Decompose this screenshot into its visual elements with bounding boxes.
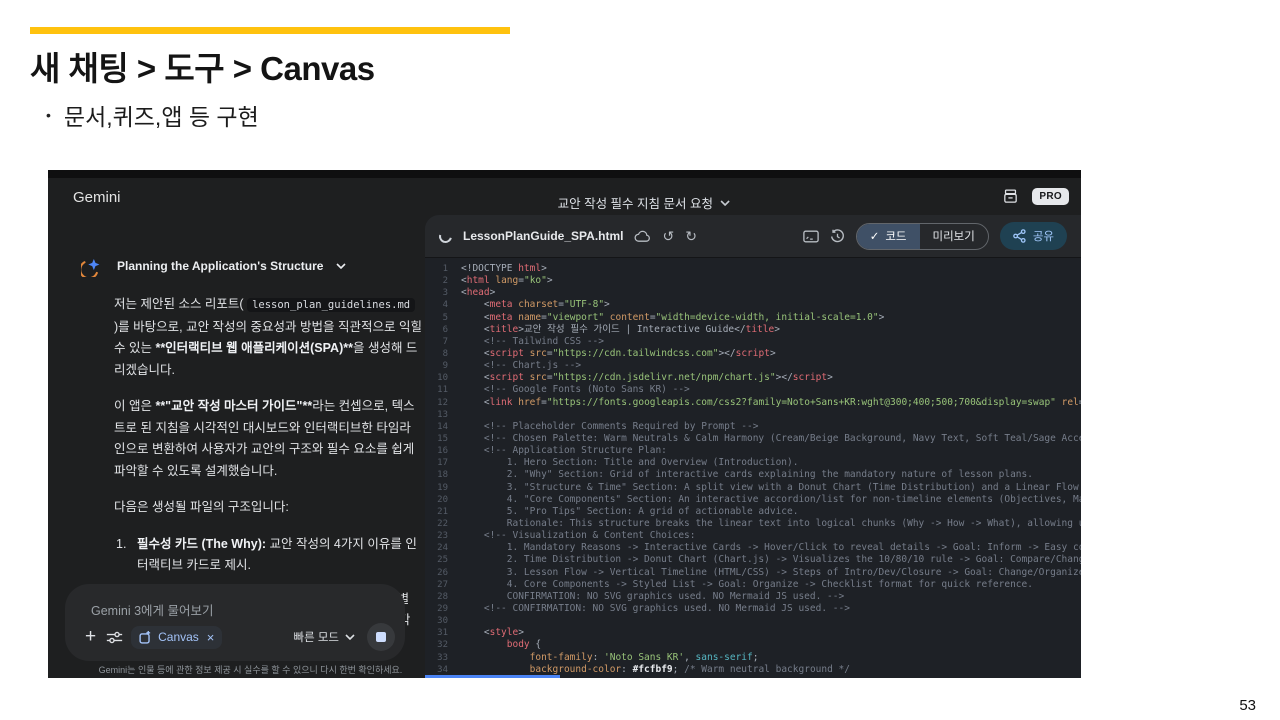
mode-dropdown[interactable]: 빠른 모드 (293, 629, 355, 645)
page-number: 53 (1239, 697, 1256, 714)
code-line: 10 <script src="https://cdn.jsdelivr.net… (437, 372, 833, 384)
code-line: 21 5. "Pro Tips" Section: A grid of acti… (437, 505, 799, 517)
inline-code-chip: lesson_plan_guidelines.md (247, 298, 416, 312)
code-line: 24 1. Mandatory Reasons -> Interactive C… (437, 542, 1081, 554)
chevron-down-icon (336, 262, 347, 269)
slide: 새 채팅 > 도구 > Canvas • 문서,퀴즈,앱 등 구현 Gemini… (0, 0, 1280, 720)
code-line: 11 <!-- Google Fonts (Noto Sans KR) --> (437, 384, 690, 396)
canvas-filename[interactable]: LessonPlanGuide_SPA.html (463, 229, 623, 243)
conversation-title: 교안 작성 필수 지침 문서 요청 (557, 197, 713, 211)
share-button[interactable]: 공유 (999, 222, 1067, 250)
bullet-text: 문서,퀴즈,앱 등 구현 (63, 104, 259, 130)
code-line: 1 <!DOCTYPE html> (442, 263, 547, 274)
check-icon: ✓ (869, 231, 880, 243)
pro-badge: PRO (1032, 188, 1069, 205)
tune-icon[interactable] (106, 630, 123, 645)
tab-code[interactable]: ✓ 코드 (856, 223, 920, 249)
code-line: 16 <!-- Application Structure Plan: (437, 445, 667, 457)
code-editor[interactable]: 1 <!DOCTYPE html> 2 <html lang="ko"> 3 <head>… (425, 259, 1081, 678)
code-line: 25 2. Time Distribution -> Donut Chart (… (437, 554, 1081, 566)
tab-preview[interactable]: 미리보기 (920, 224, 988, 249)
code-line: 22 Rationale: This structure breaks the … (437, 517, 1081, 529)
gemini-logo: Gemini (73, 189, 121, 206)
code-line: 23 <!-- Visualization & Content Choices: (437, 530, 696, 542)
code-line: 14 <!-- Placeholder Comments Required by… (437, 420, 759, 432)
chevron-down-icon (345, 634, 355, 640)
code-lines: 1 <!DOCTYPE html> 2 <html lang="ko"> 3 <head>… (425, 263, 1081, 676)
add-button[interactable]: + (85, 626, 96, 648)
thinking-label: Planning the Application's Structure (117, 258, 324, 273)
code-line: 34 background-color: #fcfbf9; /* Warm ne… (437, 663, 850, 675)
canvas-panel: LessonPlanGuide_SPA.html ↺ ↻ ✓ 코드 미리보기 공… (425, 215, 1081, 678)
canvas-toolbar: LessonPlanGuide_SPA.html ↺ ↻ ✓ 코드 미리보기 공… (425, 215, 1081, 258)
disclaimer-text: Gemini는 인물 등에 관한 정보 제공 시 실수를 할 수 있으니 다시 … (98, 665, 403, 675)
list-item: 1. 필수성 카드 (The Why): 교안 작성의 4가지 이유를 인터랙티… (116, 536, 417, 573)
code-line: 6 <title>교안 작성 필수 가이드 | Interactive Guid… (442, 323, 780, 335)
slide-bullet: • 문서,퀴즈,앱 등 구현 (46, 98, 259, 132)
history-icon[interactable] (830, 228, 845, 244)
message-paragraph: 이 앱은 **"교안 작성 마스터 가이드"**라는 컨셉으로, 텍스트로 된 … (114, 399, 415, 478)
code-line: 27 4. Core Components -> Styled List -> … (437, 578, 1033, 590)
chevron-down-icon (720, 199, 730, 206)
code-line: 20 4. "Core Components" Section: An inte… (437, 493, 1081, 505)
code-line: 30 (437, 616, 448, 627)
gemini-screenshot: Gemini 교안 작성 필수 지침 문서 요청 PRO Planning th… (48, 170, 1081, 678)
code-line: 5 <meta name="viewport" content="width=d… (442, 311, 885, 323)
undo-icon[interactable]: ↺ (662, 229, 674, 243)
message-paragraph: 다음은 생성될 파일의 구조입니다: (114, 500, 289, 514)
code-line: 9 <!-- Chart.js --> (442, 360, 582, 372)
code-preview-toggle: ✓ 코드 미리보기 (855, 222, 989, 250)
code-line: 17 1. Hero Section: Title and Overview (… (437, 457, 799, 469)
stop-icon (376, 632, 386, 642)
code-line: 28 CONFIRMATION: NO SVG graphics used. N… (437, 590, 845, 602)
printer-icon[interactable] (1002, 188, 1019, 205)
prompt-input[interactable]: Gemini 3에게 물어보기 + Canvas × 빠른 모드 (65, 584, 405, 661)
code-line: 3 <head> (442, 287, 496, 299)
code-line: 31 <style> (437, 627, 524, 639)
thinking-header[interactable]: Planning the Application's Structure (81, 254, 347, 277)
code-line: 26 3. Lesson Flow -> Vertical Timeline (… (437, 566, 1081, 578)
chip-close-icon[interactable]: × (207, 630, 215, 645)
code-line: 2 <html lang="ko"> (442, 275, 553, 287)
redo-icon[interactable]: ↻ (685, 229, 697, 243)
accent-bar (30, 27, 510, 34)
loading-spinner-icon (436, 227, 455, 245)
canvas-icon (139, 630, 151, 644)
code-line: 8 <script src="https://cdn.tailwindcss.c… (442, 347, 776, 359)
stream-cursor (425, 675, 560, 678)
window-top-strip (48, 170, 1081, 178)
page-title: 새 채팅 > 도구 > Canvas (30, 50, 375, 87)
canvas-tool-chip[interactable]: Canvas × (131, 625, 223, 649)
preview-panel-icon[interactable] (802, 230, 819, 243)
message-paragraph: 저는 제안된 소스 리포트( lesson_plan_guidelines.md… (114, 297, 422, 377)
conversation-title-dropdown[interactable]: 교안 작성 필수 지침 문서 요청 (558, 193, 730, 212)
share-icon (1013, 229, 1026, 243)
code-line: 15 <!-- Chosen Palette: Warm Neutrals & … (437, 432, 1081, 444)
code-line: 12 <link href="https://fonts.googleapis.… (437, 396, 1081, 408)
code-line: 32 body { (437, 639, 542, 651)
code-line: 18 2. "Why" Section: Grid of interactive… (437, 469, 1033, 481)
stop-button[interactable] (367, 623, 395, 651)
cloud-save-icon[interactable] (634, 230, 651, 243)
code-line: 19 3. "Structure & Time" Section: A spli… (437, 481, 1081, 493)
code-line: 7 <!-- Tailwind CSS --> (442, 335, 604, 347)
prompt-placeholder: Gemini 3에게 물어보기 (91, 604, 214, 618)
bullet-marker: • (46, 107, 51, 123)
code-line: 33 font-family: 'Noto Sans KR', sans-ser… (437, 651, 759, 663)
code-line: 13 (437, 409, 448, 420)
code-line: 4 <meta charset="UTF-8"> (442, 299, 610, 311)
code-line: 29 <!-- CONFIRMATION: NO SVG graphics us… (437, 602, 850, 614)
gemini-sparkle-icon (81, 258, 100, 277)
